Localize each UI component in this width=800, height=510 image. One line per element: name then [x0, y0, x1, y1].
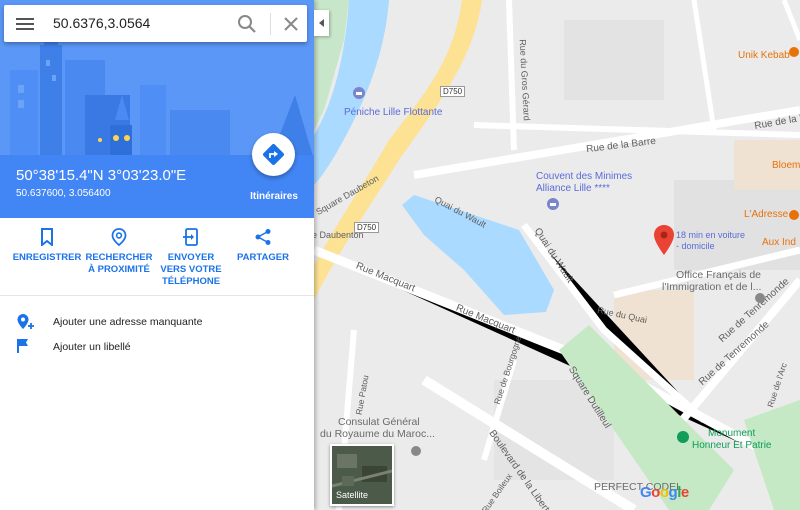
collapse-panel-button[interactable]	[314, 10, 329, 36]
save-label: ENREGISTRER	[12, 252, 82, 263]
search-divider	[270, 13, 271, 35]
search-input[interactable]	[53, 15, 223, 31]
search-nearby-button[interactable]: RECHERCHER À PROXIMITÉ	[82, 225, 156, 276]
restaurant-icon-adresse	[789, 210, 799, 220]
nearby-icon	[111, 228, 127, 246]
send-to-phone-label-1: ENVOYER	[167, 252, 215, 263]
divider	[0, 295, 314, 296]
add-address-link[interactable]: Ajouter une adresse manquante	[16, 313, 306, 333]
place-panel: 50°38'15.4"N 3°03'23.0"E 50.637600, 3.05…	[0, 0, 314, 510]
search-button[interactable]	[236, 13, 258, 35]
share-icon	[255, 229, 271, 245]
search-icon	[238, 15, 256, 33]
clear-search-button[interactable]	[280, 13, 302, 35]
monument-icon	[677, 431, 689, 443]
poi-consulat-line-1[interactable]: Consulat Général	[338, 416, 420, 428]
satellite-label: Satellite	[336, 490, 369, 500]
poi-peniche-lille[interactable]: Péniche Lille Flottante	[344, 107, 442, 118]
bookmark-icon	[41, 228, 53, 246]
google-logo: Google	[640, 484, 689, 501]
send-to-phone-button[interactable]: ENVOYER VERS VOTRE TÉLÉPHONE	[154, 225, 228, 288]
send-to-phone-label-2: VERS VOTRE	[160, 264, 222, 275]
poi-office-line-1[interactable]: Office Français de	[676, 269, 761, 281]
add-location-icon	[17, 314, 34, 329]
directions-icon	[263, 144, 284, 165]
add-label-link[interactable]: Ajouter un libellé	[16, 338, 306, 358]
road-shield-d750-b: D750	[354, 222, 380, 233]
share-button[interactable]: PARTAGER	[226, 225, 300, 264]
add-address-label: Ajouter une adresse manquante	[53, 316, 203, 328]
hotel-icon-couvent	[547, 198, 559, 210]
google-logo-o1: o	[651, 484, 660, 501]
poi-couvent-line-2[interactable]: Alliance Lille ****	[536, 183, 610, 194]
satellite-toggle[interactable]: Satellite	[330, 444, 394, 506]
pin-note-line-1: 18 min en voiture	[676, 230, 746, 240]
hotel-icon	[353, 87, 365, 99]
poi-monument-line-2[interactable]: Honneur Et Patrie	[692, 440, 772, 451]
add-label-label: Ajouter un libellé	[53, 341, 131, 353]
panel-header: 50°38'15.4"N 3°03'23.0"E 50.637600, 3.05…	[0, 0, 314, 218]
poi-office-line-2[interactable]: l'Immigration et de l...	[662, 281, 761, 293]
collapse-arrow-icon	[319, 19, 324, 27]
poi-consulat-line-2[interactable]: du Royaume du Maroc...	[320, 428, 435, 440]
save-button[interactable]: ENREGISTRER	[10, 225, 84, 264]
google-logo-g: G	[640, 484, 652, 501]
building-icon-consulat	[411, 446, 421, 456]
flag-icon	[17, 339, 28, 353]
search-nearby-label-2: À PROXIMITÉ	[88, 264, 150, 275]
road-shield-d750-a: D750	[440, 86, 466, 97]
menu-button[interactable]	[16, 15, 34, 31]
share-label: PARTAGER	[237, 252, 289, 263]
directions-button[interactable]	[252, 133, 295, 176]
google-logo-o2: o	[659, 484, 669, 501]
poi-bloem[interactable]: Bloem	[772, 160, 800, 171]
action-bar: ENREGISTRER RECHERCHER À PROXIMITÉ ENVOY…	[0, 225, 314, 295]
restaurant-icon-unik	[789, 47, 799, 57]
map-canvas[interactable]: Rue de la Barre Rue de la Barre Rue du G…	[314, 0, 800, 510]
poi-couvent-line-1[interactable]: Couvent des Minimes	[536, 171, 632, 182]
menu-icon	[16, 18, 34, 30]
close-icon	[284, 17, 298, 31]
search-box	[4, 5, 307, 42]
place-subtitle: 50.637600, 3.056400	[16, 188, 111, 199]
poi-unik-kebab[interactable]: Unik Kebab	[738, 50, 790, 61]
send-to-phone-icon	[183, 228, 198, 246]
pin-note-line-2: - domicile	[676, 241, 715, 251]
building-icon-office	[755, 293, 765, 303]
search-nearby-label-1: RECHERCHER	[85, 252, 153, 263]
google-logo-g2: g	[668, 484, 678, 501]
send-to-phone-label-3: TÉLÉPHONE	[161, 276, 221, 287]
directions-label[interactable]: Itinéraires	[240, 191, 308, 202]
poi-l-adresse[interactable]: L'Adresse	[744, 209, 788, 220]
poi-monument-line-1[interactable]: Monument	[708, 428, 755, 439]
location-pin-icon[interactable]	[653, 224, 675, 256]
google-logo-e: e	[680, 484, 689, 501]
place-title: 50°38'15.4"N 3°03'23.0"E	[16, 167, 187, 184]
poi-aux-ind[interactable]: Aux Ind	[762, 237, 796, 248]
